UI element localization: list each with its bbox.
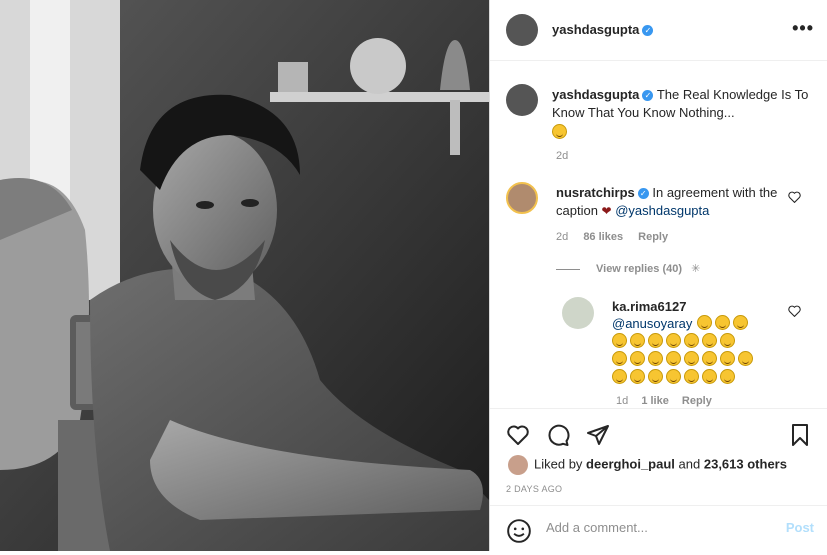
laughing-emoji-icon <box>648 351 663 367</box>
more-options-icon[interactable]: ••• <box>792 18 814 39</box>
laughing-emoji-icon <box>648 369 663 385</box>
author-avatar[interactable] <box>506 14 538 46</box>
liker-avatar[interactable] <box>508 455 528 475</box>
comment-timestamp[interactable]: 2d <box>556 231 568 243</box>
laughing-emoji-icon <box>696 315 712 330</box>
reply-emoji-text: @anusoyaray <box>612 315 782 387</box>
laughing-emoji-icon <box>720 369 735 385</box>
laughing-emoji-icon <box>702 333 717 349</box>
likes-conj: and <box>678 456 701 472</box>
bookmark-icon[interactable] <box>788 423 812 447</box>
laughing-emoji-icon <box>612 333 627 349</box>
post-comment-button[interactable]: Post <box>786 520 814 535</box>
laughing-emoji-icon <box>612 351 627 367</box>
laughing-emoji-icon <box>720 333 735 349</box>
divider <box>556 268 580 270</box>
laughing-emoji-icon <box>630 333 645 349</box>
laughing-emoji-icon <box>648 333 663 349</box>
comment-meta: 2d 86 likes Reply <box>556 231 680 243</box>
comment-like-heart-icon[interactable] <box>788 191 801 203</box>
laughing-emoji-icon <box>612 369 627 385</box>
laughing-emoji-icon <box>732 315 748 330</box>
comment-mention[interactable]: @yashdasgupta <box>615 203 709 218</box>
post-actions: Liked by deerghoi_paul and 23,613 others… <box>490 408 827 554</box>
verified-badge-icon: ✓ <box>642 25 654 37</box>
author-username[interactable]: yashdasgupta ✓ <box>552 22 654 37</box>
verified-badge-icon: ✓ <box>637 188 649 200</box>
liker-username[interactable]: deerghoi_paul <box>586 456 675 471</box>
comment-likes[interactable]: 86 likes <box>583 231 623 243</box>
like-heart-icon[interactable] <box>506 423 530 447</box>
reply-button[interactable]: Reply <box>638 231 668 243</box>
likes-prefix: Liked by <box>534 456 583 472</box>
reply-meta: 1d 1 like Reply <box>616 395 722 407</box>
author-username-text[interactable]: yashdasgupta <box>552 22 639 37</box>
laughing-emoji-icon <box>714 315 730 330</box>
post-date[interactable]: 2 DAYS AGO <box>506 484 562 494</box>
laughing-emoji-icon <box>666 369 681 385</box>
smile-emoji-icon <box>552 124 567 140</box>
view-replies-label[interactable]: View replies (40) <box>596 263 682 275</box>
emoji-picker-icon[interactable] <box>506 518 532 544</box>
commenter-avatar[interactable] <box>506 182 538 214</box>
reply-username[interactable]: ka.rima6127 <box>612 299 686 314</box>
laughing-emoji-icon <box>702 369 717 385</box>
caption-username[interactable]: yashdasgupta <box>552 87 639 102</box>
reply-button[interactable]: Reply <box>682 395 712 407</box>
likes-summary: Liked by deerghoi_paul and 23,613 others <box>508 455 787 475</box>
laughing-emoji-icon <box>630 369 645 385</box>
post-image[interactable] <box>0 0 489 551</box>
post-header: yashdasgupta ✓ ••• <box>490 0 827 61</box>
comment-input[interactable] <box>546 520 766 535</box>
reply-comment: ka.rima6127 <box>612 298 782 316</box>
share-send-icon[interactable] <box>586 423 610 447</box>
laughing-emoji-icon <box>684 351 699 367</box>
heart-emoji-icon: ❤ <box>601 204 612 218</box>
comment: nusratchirps ✓ In agreement with the capt… <box>556 184 788 220</box>
laughing-emoji-icon <box>630 351 645 367</box>
laughing-emoji-icon <box>684 333 699 349</box>
caption: yashdasgupta ✓ The Real Knowledge Is To K… <box>552 86 812 140</box>
loading-spinner-icon: ✳ <box>691 263 701 275</box>
reply-like-heart-icon[interactable] <box>788 305 801 317</box>
laughing-emoji-icon <box>702 351 717 367</box>
reply-likes[interactable]: 1 like <box>641 395 669 407</box>
laughing-emoji-icon <box>666 333 681 349</box>
laughing-emoji-icon <box>684 369 699 385</box>
laughing-emoji-icon <box>666 351 681 367</box>
verified-badge-icon: ✓ <box>642 90 654 102</box>
reply-avatar[interactable] <box>562 297 594 329</box>
caption-timestamp[interactable]: 2d <box>556 150 568 162</box>
likes-others[interactable]: 23,613 others <box>704 456 787 471</box>
view-replies-button[interactable]: View replies (40) ✳ <box>556 262 700 275</box>
reply-timestamp[interactable]: 1d <box>616 395 628 407</box>
caption-avatar[interactable] <box>506 84 538 116</box>
reply-mention[interactable]: @anusoyaray <box>612 316 692 331</box>
post-sidebar: yashdasgupta ✓ ••• yashdasgupta ✓ The Real… <box>489 0 827 554</box>
laughing-emoji-icon <box>738 351 753 367</box>
laughing-emoji-icon <box>720 351 735 367</box>
add-comment-bar: Post <box>490 505 827 555</box>
comment-bubble-icon[interactable] <box>546 423 570 447</box>
comment-username[interactable]: nusratchirps <box>556 185 635 200</box>
